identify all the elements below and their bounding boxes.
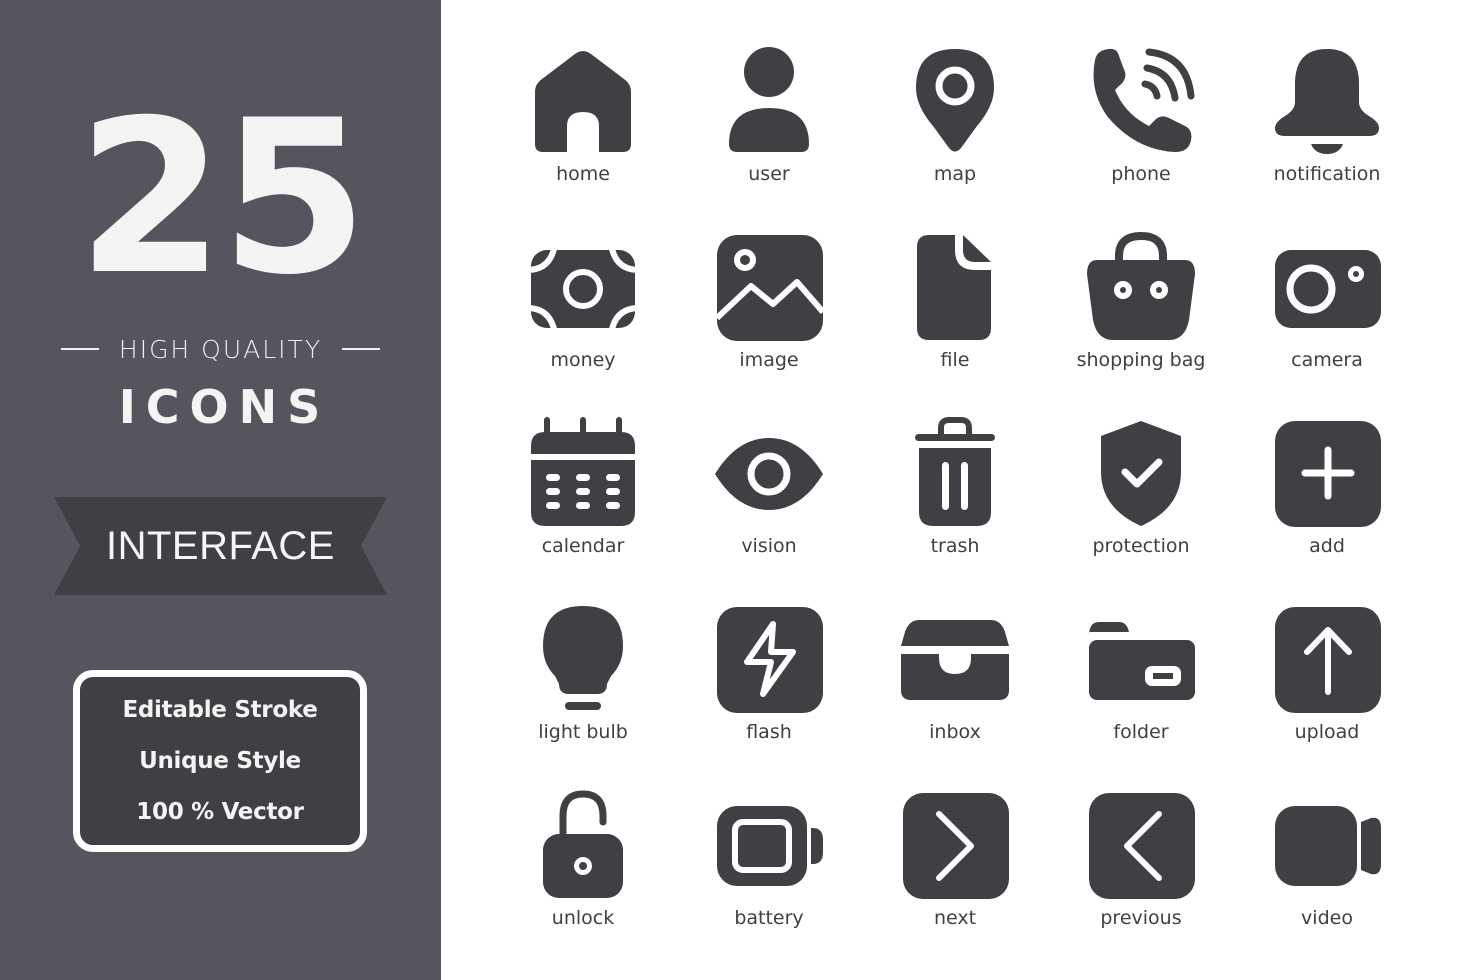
icon-label: next: [933, 907, 977, 929]
icon-cell-calendar: calendar: [490, 412, 676, 598]
icon-cell-protection: protection: [1048, 412, 1234, 598]
icon-label: flash: [746, 721, 792, 743]
icon-cell-home: home: [490, 40, 676, 226]
icon-cell-light-bulb: light bulb: [490, 598, 676, 784]
user-icon: [729, 47, 809, 152]
icon-label: money: [550, 349, 616, 371]
battery-icon: [717, 806, 823, 886]
subtitle: HIGH QUALITY: [118, 334, 323, 364]
phone-icon: [1093, 48, 1195, 153]
icon-cell-previous: previous: [1048, 784, 1234, 970]
icon-cell-upload: upload: [1234, 598, 1420, 784]
eye-icon: [715, 438, 823, 510]
icon-cell-phone: phone: [1048, 40, 1234, 226]
icon-cell-file: file: [862, 226, 1048, 412]
plus-icon: [1275, 421, 1381, 527]
shield-check-icon: [1101, 421, 1181, 526]
icon-cell-inbox: inbox: [862, 598, 1048, 784]
light-bulb-icon: [543, 606, 623, 710]
icon-label: battery: [734, 907, 804, 929]
camera-icon: [1275, 250, 1381, 328]
icon-cell-trash: trash: [862, 412, 1048, 598]
image-icon: [714, 235, 825, 341]
icon-cell-battery: battery: [676, 784, 862, 970]
icon-label: camera: [1291, 349, 1363, 371]
icon-label: upload: [1294, 721, 1360, 743]
icon-label: video: [1301, 907, 1353, 929]
promo-title: ICONS: [118, 380, 331, 434]
icon-label: notification: [1273, 163, 1381, 185]
icon-label: calendar: [541, 535, 625, 557]
map-pin-icon: [916, 49, 994, 152]
icon-label: previous: [1100, 907, 1182, 929]
feature-item: Unique Style: [139, 747, 301, 774]
calendar-icon: [531, 417, 635, 526]
promo-panel: 25 HIGH QUALITY ICONS INTERFACE Editable…: [0, 0, 441, 980]
icon-cell-add: add: [1234, 412, 1420, 598]
icon-grid: home user map phone notification money i…: [490, 40, 1420, 970]
icon-cell-image: image: [676, 226, 862, 412]
icon-cell-video: video: [1234, 784, 1420, 970]
icon-cell-camera: camera: [1234, 226, 1420, 412]
icon-label: user: [748, 163, 790, 185]
file-icon: [917, 235, 991, 340]
chevron-left-icon: [1089, 793, 1195, 899]
icon-label: image: [739, 349, 799, 371]
icon-count: 25: [76, 74, 368, 321]
home-icon: [535, 51, 631, 152]
icon-cell-folder: folder: [1048, 598, 1234, 784]
unlock-icon: [543, 790, 623, 898]
divider-line-left: [60, 348, 99, 350]
icon-cell-user: user: [676, 40, 862, 226]
folder-icon: [1089, 622, 1195, 700]
icon-label: vision: [741, 535, 797, 557]
icon-cell-next: next: [862, 784, 1048, 970]
icon-cell-vision: vision: [676, 412, 862, 598]
flash-icon: [717, 607, 823, 713]
icon-cell-unlock: unlock: [490, 784, 676, 970]
feature-item: 100 % Vector: [136, 798, 304, 825]
icon-cell-money: money: [490, 226, 676, 412]
icon-cell-shopping-bag: shopping bag: [1048, 226, 1234, 412]
icon-label: shopping bag: [1076, 349, 1206, 371]
category-ribbon: INTERFACE: [54, 497, 387, 595]
bell-icon: [1275, 49, 1379, 154]
feature-item: Editable Stroke: [122, 696, 318, 723]
features-box: Editable Stroke Unique Style 100 % Vecto…: [73, 670, 367, 852]
icon-cell-flash: flash: [676, 598, 862, 784]
icon-label: protection: [1092, 535, 1190, 557]
subtitle-row: HIGH QUALITY: [0, 332, 441, 366]
upload-arrow-icon: [1275, 607, 1381, 713]
video-camera-icon: [1275, 806, 1381, 886]
trash-icon: [915, 417, 995, 526]
icon-label: folder: [1113, 721, 1169, 743]
icon-label: home: [556, 163, 610, 185]
icon-cell-map: map: [862, 40, 1048, 226]
icon-label: unlock: [551, 907, 615, 929]
shopping-bag-icon: [1087, 231, 1195, 340]
money-icon: [527, 243, 639, 335]
icon-label: map: [933, 163, 977, 185]
icon-label: trash: [930, 535, 980, 557]
icon-label: phone: [1111, 163, 1171, 185]
inbox-icon: [901, 620, 1009, 700]
icon-label: light bulb: [538, 721, 628, 743]
icon-label: file: [940, 349, 970, 371]
icon-label: inbox: [929, 721, 981, 743]
icon-label: add: [1309, 535, 1345, 557]
category-label: INTERFACE: [106, 523, 335, 568]
divider-line-right: [342, 348, 381, 350]
chevron-right-icon: [903, 793, 1009, 899]
icon-cell-notification: notification: [1234, 40, 1420, 226]
